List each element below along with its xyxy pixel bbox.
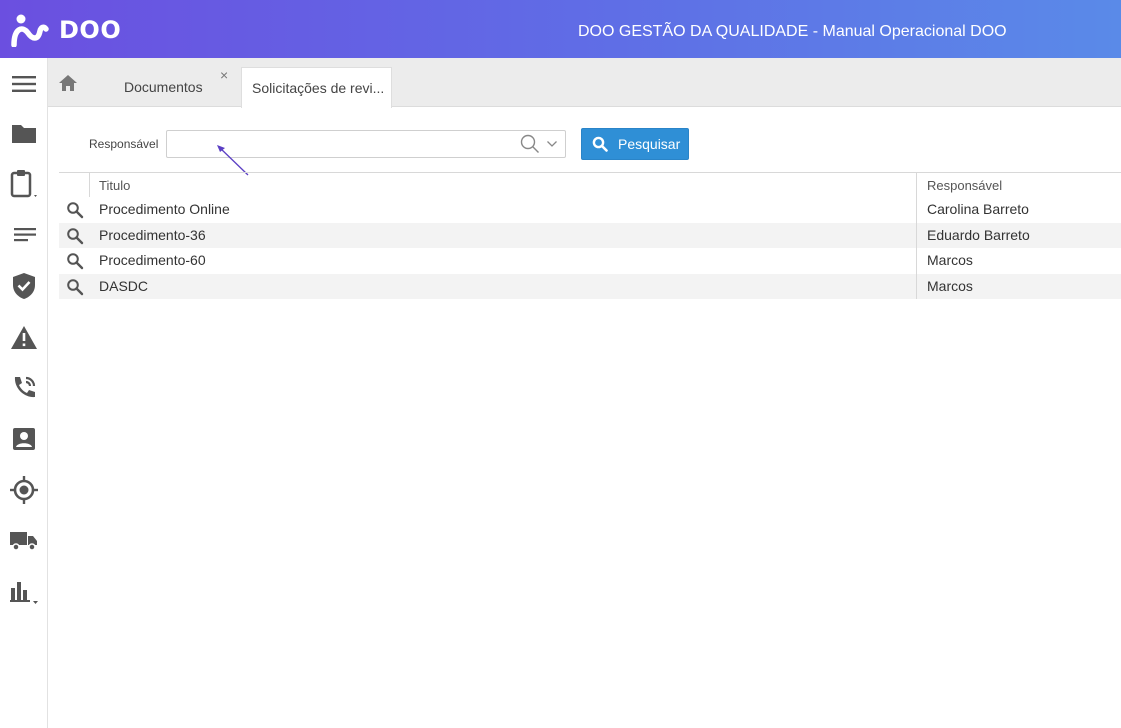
home-tab[interactable]	[48, 58, 88, 107]
tab-solicitacoes-revisao[interactable]: Solicitações de revi...	[241, 67, 392, 108]
phone-icon[interactable]	[0, 364, 48, 412]
search-icon[interactable]	[66, 278, 84, 296]
app-header: DOO DOO GESTÃO DA QUALIDADE - Manual Ope…	[0, 0, 1121, 58]
cell-titulo: Procedimento-36	[99, 226, 206, 243]
bar-chart-icon[interactable]	[0, 568, 48, 616]
search-icon[interactable]	[66, 201, 84, 219]
table-row[interactable]: Procedimento-36 Eduardo Barreto	[59, 222, 1121, 248]
doo-logo-icon	[11, 14, 49, 47]
menu-icon[interactable]	[0, 60, 48, 108]
pesquisar-label: Pesquisar	[618, 136, 681, 152]
column-divider	[916, 197, 917, 223]
truck-icon[interactable]	[0, 517, 48, 565]
cell-responsavel: Marcos	[927, 277, 973, 294]
column-divider	[916, 222, 917, 248]
column-divider	[916, 273, 917, 299]
column-divider	[916, 248, 917, 274]
column-header-titulo[interactable]: Titulo	[99, 178, 130, 193]
warning-icon[interactable]	[0, 313, 48, 361]
cell-titulo: DASDC	[99, 277, 149, 294]
logo-text: DOO	[59, 16, 122, 44]
search-icon[interactable]	[66, 227, 84, 245]
table-row[interactable]: DASDC Marcos	[59, 273, 1121, 299]
target-icon[interactable]	[0, 466, 48, 514]
column-divider	[916, 173, 917, 197]
app-title: DOO GESTÃO DA QUALIDADE - Manual Operaci…	[578, 23, 1007, 40]
contact-icon[interactable]	[0, 415, 48, 463]
solicitacoes-table: Titulo Responsável Procedimento Online C…	[59, 172, 1121, 299]
close-icon[interactable]: ×	[220, 68, 228, 82]
column-divider	[89, 173, 90, 197]
table-row[interactable]: Procedimento Online Carolina Barreto	[59, 197, 1121, 223]
table-header: Titulo Responsável	[59, 173, 1121, 197]
sidebar	[0, 58, 48, 728]
tab-bar: Documentos × Solicitações de revi...	[48, 58, 1121, 108]
home-icon	[59, 74, 77, 91]
doo-logo[interactable]: DOO	[10, 12, 121, 48]
tab-label: Solicitações de revi...	[252, 80, 385, 96]
folder-icon[interactable]	[0, 109, 48, 157]
clipboard-icon[interactable]	[0, 160, 48, 208]
pesquisar-button[interactable]: Pesquisar	[581, 128, 689, 160]
cell-responsavel: Marcos	[927, 252, 973, 268]
shield-check-icon[interactable]	[0, 262, 48, 310]
search-icon[interactable]	[66, 252, 84, 270]
search-icon	[592, 136, 608, 152]
lines-icon[interactable]	[0, 211, 48, 259]
responsavel-label: Responsável	[89, 137, 159, 151]
responsavel-input-icons	[520, 133, 558, 155]
cell-responsavel: Eduardo Barreto	[927, 226, 1030, 243]
search-icon[interactable]	[520, 134, 540, 154]
chevron-down-icon[interactable]	[546, 140, 558, 148]
column-header-responsavel[interactable]: Responsável	[927, 178, 1002, 193]
cell-titulo: Procedimento Online	[99, 201, 230, 217]
table-row[interactable]: Procedimento-60 Marcos	[59, 248, 1121, 274]
cell-titulo: Procedimento-60	[99, 252, 206, 268]
tab-label: Documentos	[124, 79, 203, 95]
cell-responsavel: Carolina Barreto	[927, 201, 1029, 217]
